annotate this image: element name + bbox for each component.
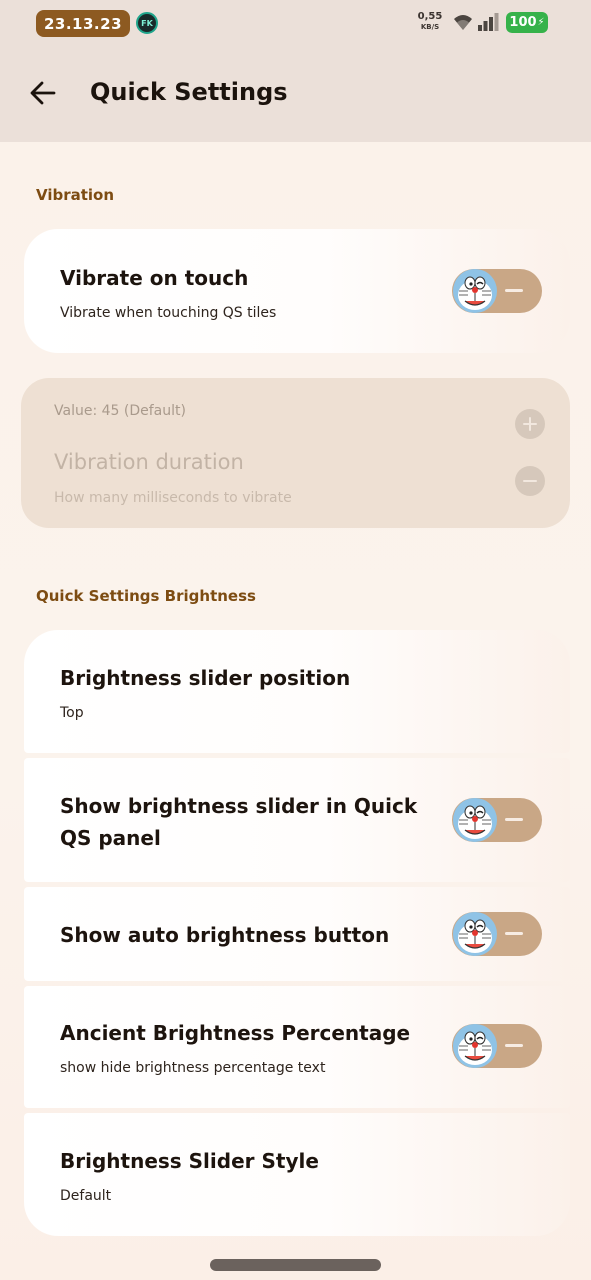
network-speed-unit: KB/S [420,23,440,31]
toggle-off-dash-icon [505,289,523,292]
vibration-duration-row: Value: 45 (Default) Vibration duration H… [21,378,570,528]
brightness-slider-position-title: Brightness slider position [60,666,351,690]
toggle-off-dash-icon [505,818,523,821]
status-bar: 23.13.23 FK 0,55 KB/S 100 ⚡ [0,0,591,46]
plus-icon [523,417,537,431]
increase-duration-button[interactable] [515,409,545,439]
brightness-percentage-toggle[interactable] [452,1024,542,1068]
vibrate-on-touch-title: Vibrate on touch [60,266,249,290]
cellular-signal-icon [478,13,499,31]
back-button[interactable] [22,72,64,114]
network-speed-value: 0,55 [417,11,443,22]
brightness-slider-style-value: Default [60,1188,112,1204]
vibrate-on-touch-subtitle: Vibrate when touching QS tiles [60,305,277,321]
vibration-duration-title: Vibration duration [54,450,244,474]
battery-indicator: 100 ⚡ [506,12,548,33]
home-gesture-bar[interactable] [210,1259,381,1271]
toggle-off-dash-icon [505,1044,523,1047]
charging-bolt-icon: ⚡ [537,17,545,28]
section-title-brightness: Quick Settings Brightness [36,587,256,605]
brightness-slider-style-title: Brightness Slider Style [60,1149,319,1173]
brightness-slider-position-value: Top [60,705,84,721]
network-speed: 0,55 KB/S [414,12,446,32]
arrow-back-icon [30,81,56,105]
section-title-vibration: Vibration [36,186,115,204]
vibrate-on-touch-toggle[interactable] [452,269,542,313]
minus-icon [523,480,537,482]
show-brightness-in-quick-qs-title: Show brightness slider in Quick QS panel [60,794,418,850]
toggle-off-dash-icon [505,932,523,935]
doraemon-knob-icon [453,798,497,842]
battery-level: 100 [509,15,537,30]
show-auto-brightness-toggle[interactable] [452,912,542,956]
wifi-icon [454,15,472,30]
doraemon-knob-icon [453,912,497,956]
brightness-slider-style-row[interactable]: Brightness Slider Style Default [24,1113,570,1236]
decrease-duration-button[interactable] [515,466,545,496]
brightness-slider-position-row[interactable]: Brightness slider position Top [24,630,570,753]
vibration-duration-value: Value: 45 (Default) [54,403,186,419]
brightness-percentage-row[interactable]: Ancient Brightness Percentage show hide … [24,986,570,1108]
brightness-percentage-subtitle: show hide brightness percentage text [60,1060,326,1076]
show-brightness-in-quick-qs-row[interactable]: Show brightness slider in Quick QS panel [24,758,570,882]
doraemon-knob-icon [453,269,497,313]
app-header: Quick Settings [0,60,591,130]
status-clock: 23.13.23 [36,10,130,37]
vibration-duration-subtitle: How many milliseconds to vibrate [54,490,292,506]
brightness-percentage-title: Ancient Brightness Percentage [60,1021,411,1045]
show-auto-brightness-row[interactable]: Show auto brightness button [24,887,570,981]
doraemon-knob-icon [453,1024,497,1068]
vibrate-on-touch-row[interactable]: Vibrate on touch Vibrate when touching Q… [24,229,570,353]
top-bar: 23.13.23 FK 0,55 KB/S 100 ⚡ Quick Settin… [0,0,591,142]
fk-kernel-icon: FK [136,12,158,34]
show-auto-brightness-title: Show auto brightness button [60,923,390,947]
page-title: Quick Settings [90,78,288,106]
show-brightness-in-quick-qs-toggle[interactable] [452,798,542,842]
